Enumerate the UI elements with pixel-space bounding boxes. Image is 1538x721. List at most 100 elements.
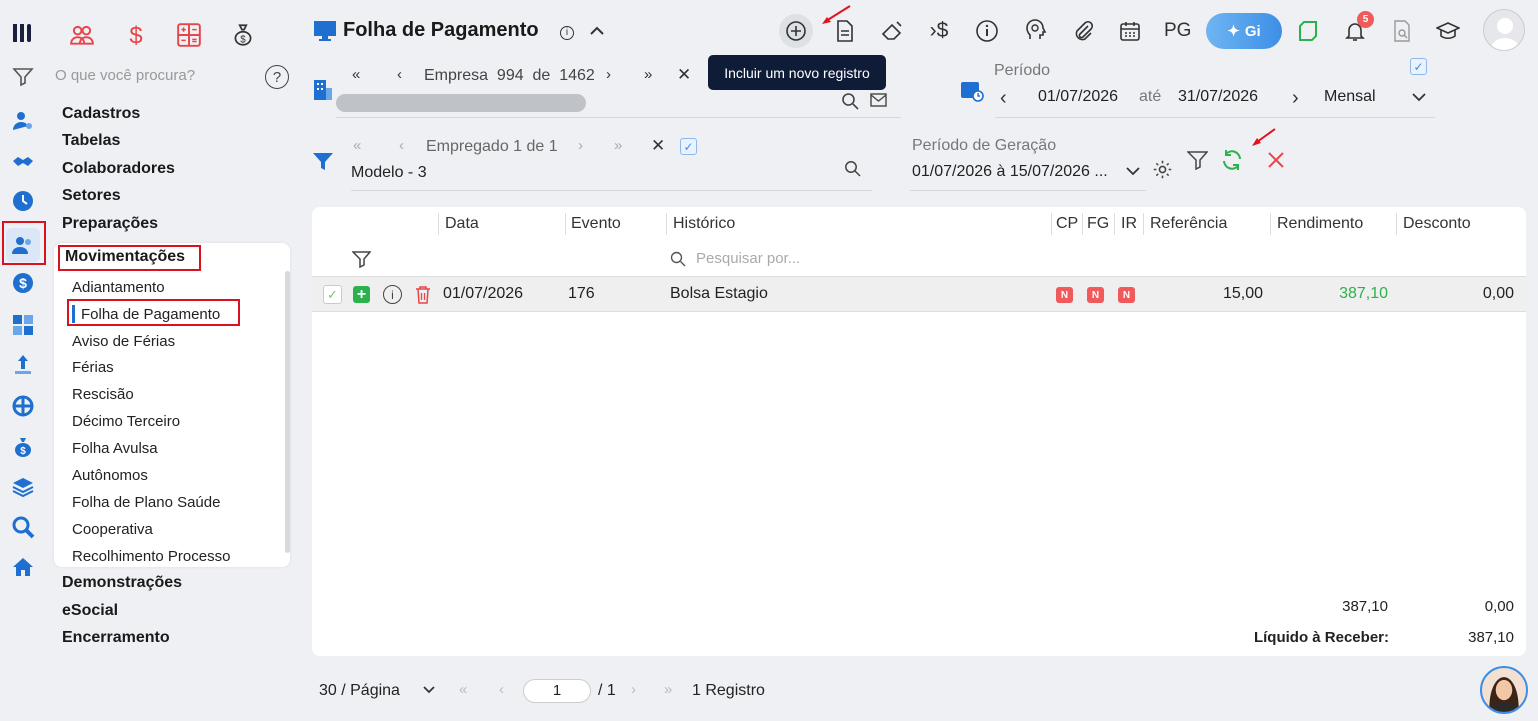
calculator-icon[interactable] (8, 310, 38, 340)
head-gear-icon[interactable] (1019, 14, 1053, 48)
col-header-rendimento[interactable]: Rendimento (1277, 215, 1363, 233)
add-record-icon[interactable] (779, 14, 813, 48)
empregado-search-icon[interactable] (844, 160, 861, 177)
row-info-icon[interactable]: i (383, 285, 402, 304)
info-icon[interactable] (970, 14, 1004, 48)
home-icon[interactable] (8, 552, 38, 582)
money-bag-outline-icon[interactable]: $ (228, 20, 258, 50)
clock-icon[interactable] (8, 186, 38, 216)
geracao-chevron-icon[interactable] (1124, 162, 1142, 180)
sub-item-recolhimento-processo[interactable]: Recolhimento Processo (72, 548, 230, 565)
people-icon[interactable] (67, 20, 97, 50)
graduation-cap-icon[interactable] (1431, 14, 1465, 48)
sub-item-folha-plano-saude[interactable]: Folha de Plano Saúde (72, 494, 220, 511)
gi-assistant-button[interactable]: ✦ Gi (1206, 13, 1282, 49)
row-checkbox[interactable]: ✓ (323, 285, 342, 304)
money-bag-icon[interactable]: $ (8, 432, 38, 462)
page-number-input[interactable]: 1 (523, 679, 591, 703)
empresa-prev-button[interactable]: ‹ (397, 66, 402, 83)
periodo-next-button[interactable]: › (1292, 87, 1299, 110)
pg-button[interactable]: PG (1164, 20, 1191, 42)
nav-section-tabelas[interactable]: Tabelas (62, 132, 120, 150)
user-gear-icon[interactable] (8, 106, 38, 136)
sub-item-adiantamento[interactable]: Adiantamento (72, 279, 165, 296)
geracao-value[interactable]: 01/07/2026 à 15/07/2026 ... (912, 163, 1108, 181)
handshake-icon[interactable] (8, 146, 38, 176)
col-header-data[interactable]: Data (445, 215, 479, 233)
nav-section-colaboradores[interactable]: Colaboradores (62, 160, 175, 178)
grid-filter-icon[interactable] (351, 250, 372, 269)
green-note-icon[interactable] (1291, 14, 1325, 48)
empresa-search-icon[interactable] (841, 92, 859, 110)
nav-section-setores[interactable]: Setores (62, 187, 121, 205)
periodo-mode-select[interactable]: Mensal (1324, 88, 1376, 106)
help-icon[interactable]: ? (265, 65, 289, 89)
mail-icon[interactable] (870, 93, 887, 107)
avatar[interactable] (1483, 9, 1525, 51)
layers-icon[interactable] (8, 472, 38, 502)
currency-arrow-icon[interactable]: ›$ (921, 14, 957, 48)
sub-item-folha-avulsa[interactable]: Folha Avulsa (72, 440, 158, 457)
assistant-avatar[interactable] (1480, 666, 1528, 714)
col-header-ir[interactable]: IR (1121, 215, 1137, 233)
calculator-grid-icon[interactable] (174, 20, 204, 50)
sub-item-aviso-de-ferias[interactable]: Aviso de Férias (72, 333, 175, 350)
document-icon[interactable] (828, 14, 862, 48)
calendar-grid-icon[interactable] (1113, 14, 1147, 48)
eraser-icon[interactable] (875, 14, 909, 48)
network-icon[interactable] (8, 391, 38, 421)
sub-item-ferias[interactable]: Férias (72, 359, 114, 376)
periodo-start[interactable]: 01/07/2026 (1038, 88, 1118, 106)
clear-filter-icon[interactable] (1266, 150, 1286, 170)
page-last-button[interactable]: » (664, 681, 672, 698)
scrollbar[interactable] (285, 271, 290, 553)
periodo-checkbox[interactable]: ✓ (1410, 58, 1427, 75)
nav-section-demonstracoes[interactable]: Demonstrações (62, 574, 182, 592)
col-header-historico[interactable]: Histórico (673, 215, 735, 233)
nav-section-preparacoes[interactable]: Preparações (62, 215, 158, 233)
refresh-icon[interactable] (1220, 148, 1244, 172)
nav-search-input[interactable]: O que você procura? (55, 67, 195, 84)
empresa-clear-icon[interactable]: ✕ (677, 65, 691, 85)
search-icon[interactable] (8, 512, 38, 542)
empresa-last-button[interactable]: » (644, 66, 652, 83)
empresa-next-button[interactable]: › (606, 66, 611, 83)
sub-item-decimo-terceiro[interactable]: Décimo Terceiro (72, 413, 180, 430)
empregado-value[interactable]: Modelo - 3 (351, 164, 427, 182)
page-next-button[interactable]: › (631, 681, 636, 698)
info-small-icon[interactable]: i (560, 26, 574, 40)
dollar-circle-icon[interactable]: $ (8, 268, 38, 298)
empregado-prev-button[interactable]: ‹ (399, 137, 404, 154)
filter-outline-icon[interactable] (1186, 150, 1209, 171)
page-size-chevron-icon[interactable] (421, 682, 437, 698)
sub-item-rescisao[interactable]: Rescisão (72, 386, 134, 403)
empregado-first-button[interactable]: « (353, 137, 361, 154)
row-delete-icon[interactable] (414, 285, 432, 304)
empregado-clear-icon[interactable]: ✕ (651, 136, 665, 156)
report-search-icon[interactable] (1385, 14, 1419, 48)
sub-item-cooperativa[interactable]: Cooperativa (72, 521, 153, 538)
page-first-button[interactable]: « (459, 681, 467, 698)
col-header-desconto[interactable]: Desconto (1403, 215, 1471, 233)
page-size-select[interactable]: 30 / Página (319, 682, 400, 700)
nav-section-esocial[interactable]: eSocial (62, 602, 118, 620)
empregado-checkbox[interactable]: ✓ (680, 138, 697, 155)
page-prev-button[interactable]: ‹ (499, 681, 504, 698)
sub-item-autonomos[interactable]: Autônomos (72, 467, 148, 484)
grid-search-input[interactable]: Pesquisar por... (696, 250, 800, 267)
col-header-evento[interactable]: Evento (571, 215, 621, 233)
chevron-down-icon[interactable] (1410, 88, 1428, 106)
row-add-icon[interactable]: + (353, 286, 370, 303)
paperclip-icon[interactable] (1066, 14, 1100, 48)
col-header-referencia[interactable]: Referência (1150, 215, 1227, 233)
dollar-icon[interactable]: $ (121, 20, 151, 50)
nav-section-cadastros[interactable]: Cadastros (62, 105, 140, 123)
empresa-first-button[interactable]: « (352, 66, 360, 83)
empregado-last-button[interactable]: » (614, 137, 622, 154)
nav-section-encerramento[interactable]: Encerramento (62, 629, 170, 647)
col-header-cp[interactable]: CP (1056, 215, 1078, 233)
filter-icon[interactable] (8, 62, 38, 92)
col-header-fg[interactable]: FG (1087, 215, 1109, 233)
empregado-next-button[interactable]: › (578, 137, 583, 154)
chart-arrow-icon[interactable] (8, 350, 38, 380)
